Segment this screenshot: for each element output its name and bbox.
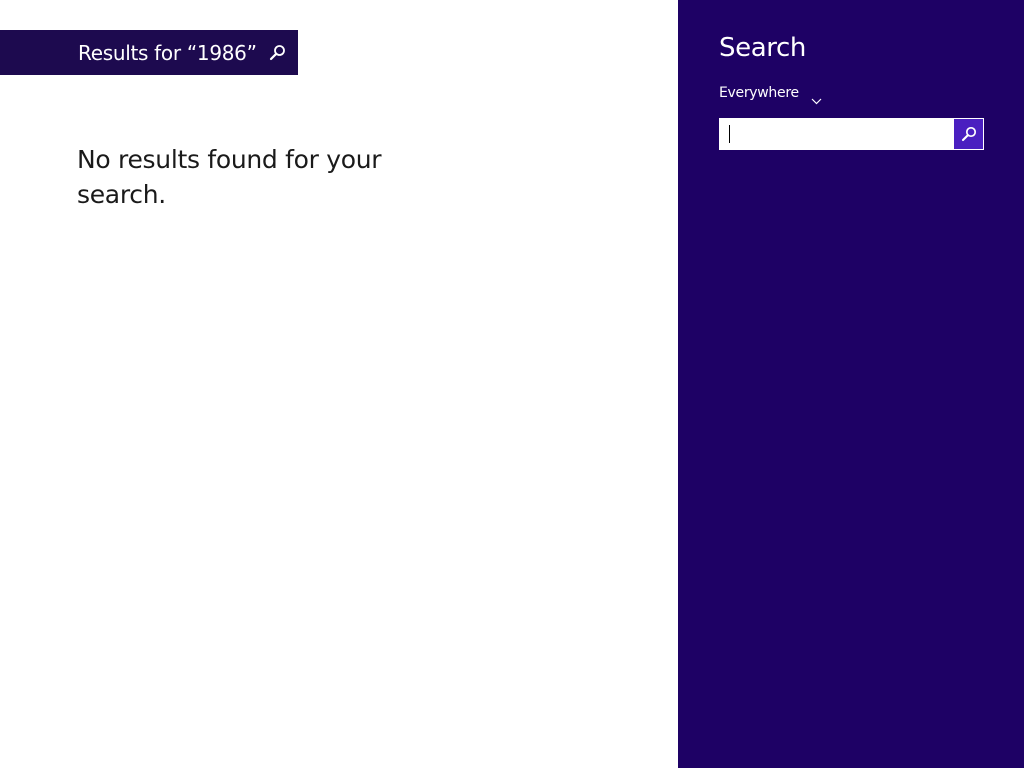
no-results-message: No results found for your search.	[77, 145, 382, 209]
search-scope-label: Everywhere	[719, 85, 799, 101]
chevron-down-icon	[811, 90, 822, 104]
search-input[interactable]	[720, 119, 954, 149]
results-area: Results for “1986” No results found for …	[0, 0, 678, 768]
search-icon	[269, 44, 286, 61]
search-charm-pane: Search Everywhere	[678, 0, 1024, 768]
results-header-label: Results for “1986”	[78, 40, 257, 65]
search-box	[719, 118, 984, 150]
results-header-button[interactable]: Results for “1986”	[0, 30, 298, 75]
charm-title: Search	[719, 33, 806, 63]
search-scope-dropdown[interactable]: Everywhere	[719, 85, 822, 104]
search-icon	[961, 126, 977, 142]
text-caret	[729, 125, 730, 143]
search-button[interactable]	[954, 119, 983, 149]
